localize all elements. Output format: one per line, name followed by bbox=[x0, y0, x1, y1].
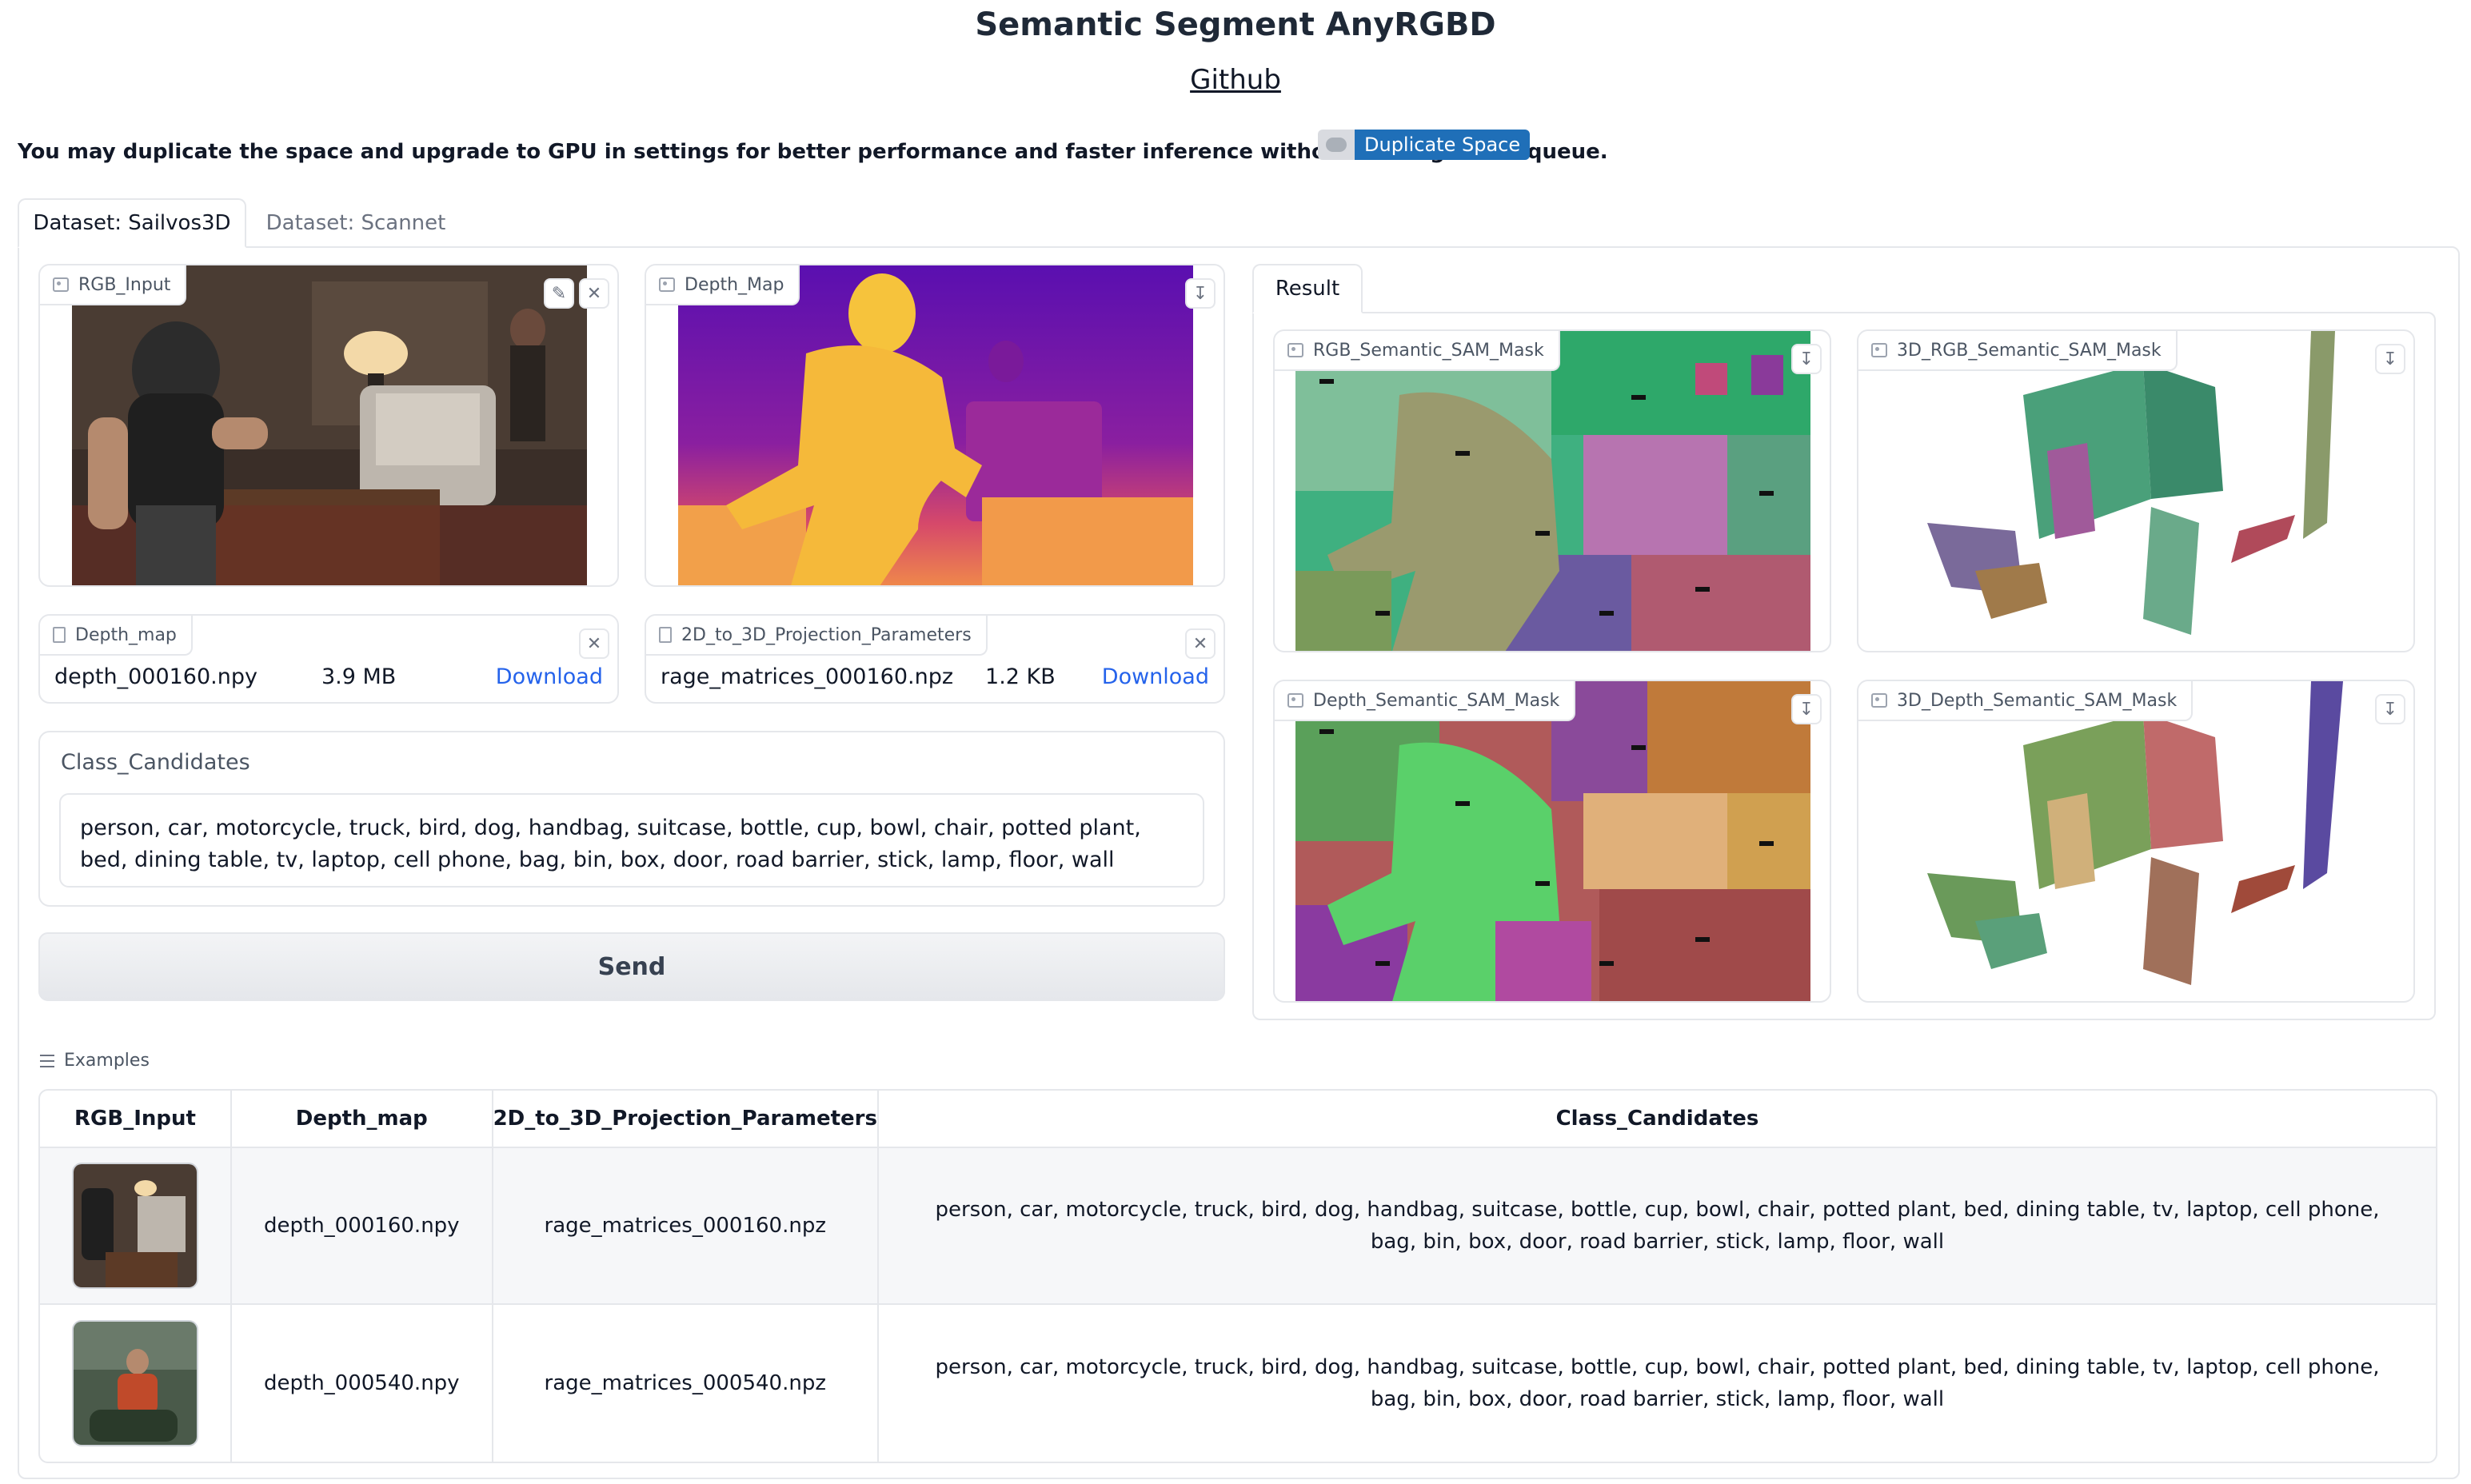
image-icon bbox=[1287, 693, 1303, 708]
tab-sailvos3d[interactable]: Dataset: Sailvos3D bbox=[18, 198, 246, 248]
toggle-icon bbox=[1318, 130, 1355, 160]
close-icon[interactable]: ✕ bbox=[579, 628, 609, 659]
image-icon bbox=[1871, 343, 1887, 357]
projection-file-name: rage_matrices_000160.npz bbox=[661, 664, 954, 689]
example-params-cell: rage_matrices_000160.npz bbox=[493, 1148, 879, 1305]
image-icon bbox=[1871, 693, 1887, 708]
example-thumbnail bbox=[72, 1320, 198, 1446]
projection-file-size: 1.2 KB bbox=[985, 664, 1056, 689]
header-projection-params: 2D_to_3D_Projection_Parameters bbox=[493, 1091, 879, 1148]
class-candidates-card: Class_Candidates person, car, motorcycle… bbox=[38, 731, 1225, 907]
example-thumbnail-cell bbox=[40, 1305, 232, 1462]
close-icon[interactable]: ✕ bbox=[579, 278, 609, 309]
pencil-icon[interactable]: ✎ bbox=[544, 278, 574, 309]
rgb-input-label: RGB_Input bbox=[40, 265, 187, 305]
example-classes-cell: person, car, motorcycle, truck, bird, do… bbox=[878, 1148, 2436, 1305]
example-thumbnail bbox=[72, 1163, 198, 1289]
example-depth-cell: depth_000540.npy bbox=[232, 1305, 493, 1462]
github-link[interactable]: Github bbox=[0, 64, 2471, 96]
depth-file-size: 3.9 MB bbox=[321, 664, 397, 689]
3d-rgb-semantic-mask-label: 3D_RGB_Semantic_SAM_Mask bbox=[1858, 331, 2178, 371]
download-icon[interactable]: ↧ bbox=[2375, 694, 2405, 724]
image-icon bbox=[53, 277, 69, 292]
download-icon[interactable]: ↧ bbox=[1185, 278, 1216, 309]
depth-file-name: depth_000160.npy bbox=[54, 664, 257, 689]
projection-file-card[interactable]: 2D_to_3D_Projection_Parameters ✕ rage_ma… bbox=[645, 614, 1225, 704]
file-icon bbox=[659, 627, 672, 643]
file-icon bbox=[53, 627, 66, 643]
image-icon bbox=[1287, 343, 1303, 357]
tab-result[interactable]: Result bbox=[1252, 264, 1363, 313]
3d-rgb-semantic-mask-card[interactable]: 3D_RGB_Semantic_SAM_Mask ↧ bbox=[1857, 329, 2415, 652]
3d-depth-semantic-mask-card[interactable]: 3D_Depth_Semantic_SAM_Mask ↧ bbox=[1857, 680, 2415, 1003]
examples-table: RGB_Input Depth_map 2D_to_3D_Projection_… bbox=[38, 1089, 2437, 1463]
depth-map-label: Depth_Map bbox=[646, 265, 800, 305]
image-icon bbox=[659, 277, 675, 292]
depth-semantic-mask-card[interactable]: Depth_Semantic_SAM_Mask ↧ bbox=[1273, 680, 1831, 1003]
table-row[interactable]: depth_000160.npy rage_matrices_000160.np… bbox=[40, 1148, 2436, 1305]
list-icon bbox=[40, 1054, 54, 1067]
duplicate-space-label: Duplicate Space bbox=[1355, 130, 1531, 160]
depth-semantic-mask-label: Depth_Semantic_SAM_Mask bbox=[1275, 681, 1576, 721]
download-icon[interactable]: ↧ bbox=[2375, 344, 2405, 374]
depth-map-card[interactable]: Depth_Map ↧ bbox=[645, 264, 1225, 587]
3d-depth-semantic-mask-label: 3D_Depth_Semantic_SAM_Mask bbox=[1858, 681, 2194, 721]
rgb-image bbox=[72, 265, 587, 585]
example-params-cell: rage_matrices_000540.npz bbox=[493, 1305, 879, 1462]
page-title: Semantic Segment AnyRGBD bbox=[975, 6, 1496, 43]
depth-map-image bbox=[678, 265, 1193, 585]
depth-file-card[interactable]: Depth_map ✕ depth_000160.npy 3.9 MB Down… bbox=[38, 614, 619, 704]
projection-file-label: 2D_to_3D_Projection_Parameters bbox=[646, 616, 988, 656]
rgb-semantic-mask-image bbox=[1295, 331, 1810, 651]
example-thumbnail-cell bbox=[40, 1148, 232, 1305]
example-classes-cell: person, car, motorcycle, truck, bird, do… bbox=[935, 1355, 2380, 1411]
close-icon[interactable]: ✕ bbox=[1185, 628, 1216, 659]
projection-file-download-link[interactable]: Download bbox=[1102, 664, 1209, 689]
rgb-semantic-mask-card[interactable]: RGB_Semantic_SAM_Mask ↧ bbox=[1273, 329, 1831, 652]
3d-rgb-semantic-mask-image bbox=[1879, 331, 2394, 651]
rgb-semantic-mask-label: RGB_Semantic_SAM_Mask bbox=[1275, 331, 1560, 371]
download-icon[interactable]: ↧ bbox=[1791, 694, 1822, 724]
examples-label: Examples bbox=[40, 1051, 150, 1071]
tab-scannet[interactable]: Dataset: Scannet bbox=[248, 198, 464, 248]
header-class-candidates: Class_Candidates bbox=[878, 1091, 2436, 1148]
class-candidates-label: Class_Candidates bbox=[61, 750, 250, 775]
class-candidates-input[interactable]: person, car, motorcycle, truck, bird, do… bbox=[59, 793, 1204, 888]
depth-semantic-mask-image bbox=[1295, 681, 1810, 1001]
rgb-input-card[interactable]: RGB_Input ✎ ✕ bbox=[38, 264, 619, 587]
depth-file-download-link[interactable]: Download bbox=[496, 664, 603, 689]
header-depth-map: Depth_map bbox=[232, 1091, 493, 1148]
header-rgb-input: RGB_Input bbox=[40, 1091, 232, 1148]
example-depth-cell: depth_000160.npy bbox=[232, 1148, 493, 1305]
table-row[interactable]: depth_000540.npy rage_matrices_000540.np… bbox=[40, 1305, 2436, 1462]
depth-file-label: Depth_map bbox=[40, 616, 193, 656]
3d-depth-semantic-mask-image bbox=[1879, 681, 2394, 1001]
send-button[interactable]: Send bbox=[38, 932, 1225, 1001]
duplicate-space-button[interactable]: Duplicate Space bbox=[1318, 130, 1531, 160]
download-icon[interactable]: ↧ bbox=[1791, 344, 1822, 374]
